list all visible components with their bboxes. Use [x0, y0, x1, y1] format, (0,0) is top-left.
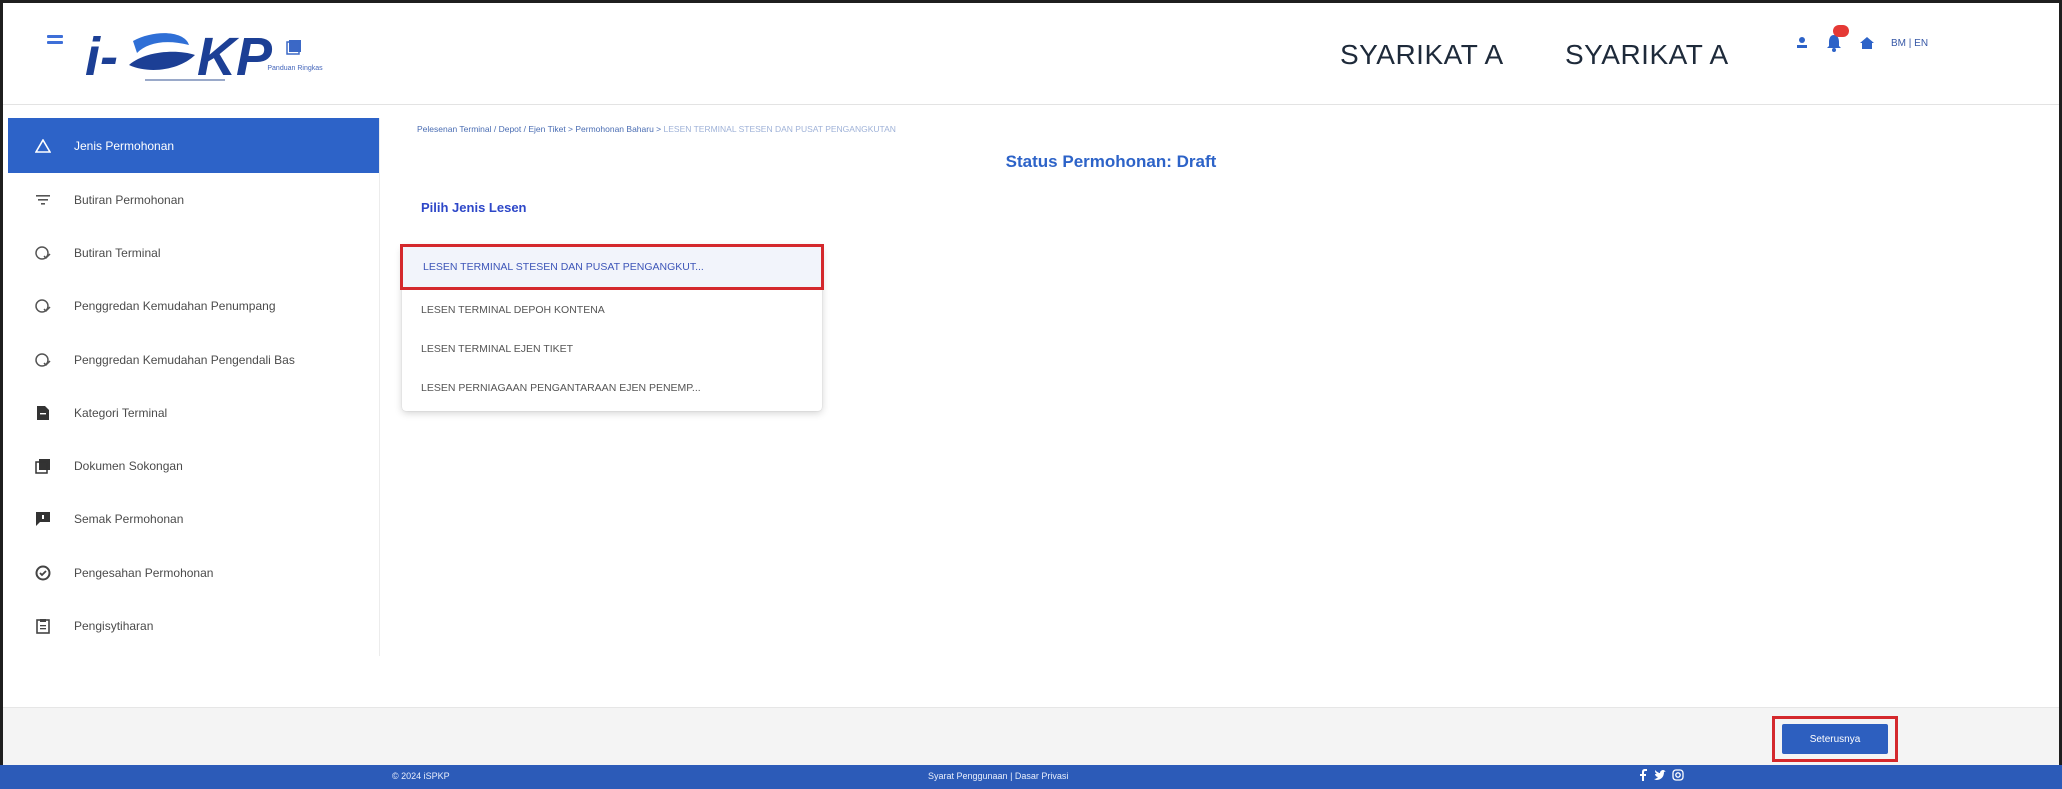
- page-footer: © 2024 iSPKP Syarat Penggunaan | Dasar P…: [0, 765, 2062, 789]
- action-bar: [3, 707, 2059, 765]
- company-name-primary: SYARIKAT A: [1340, 39, 1504, 70]
- sidebar-item-penggredan-pengendali-bas[interactable]: Penggredan Kemudahan Pengendali Bas: [8, 333, 379, 386]
- sidebar-item-label: Butiran Terminal: [74, 245, 161, 260]
- header-actions: BM | EN: [1795, 25, 1928, 53]
- breadcrumb: Pelesenan Terminal / Depot / Ejen Tiket …: [417, 124, 896, 134]
- check-circle-icon: [34, 244, 52, 262]
- dropdown-option-perniagaan-ejen[interactable]: LESEN PERNIAGAAN PENGANTARAAN EJEN PENEM…: [402, 368, 822, 407]
- footer-links[interactable]: Syarat Penggunaan | Dasar Privasi: [928, 771, 1068, 781]
- top-header: i- KP Panduan Ringkas SYARIKAT A SYARIKA…: [3, 3, 2059, 105]
- sidebar-item-butiran-permohonan[interactable]: Butiran Permohonan: [8, 173, 379, 226]
- next-button[interactable]: Seterusnya: [1782, 724, 1888, 754]
- notification-bell-icon[interactable]: [1825, 25, 1849, 53]
- stacked-documents-icon: [34, 457, 52, 475]
- sidebar-item-label: Jenis Permohonan: [74, 138, 175, 153]
- book-icon: [286, 40, 301, 55]
- sidebar-item-pengesahan-permohonan[interactable]: Pengesahan Permohonan: [8, 546, 379, 599]
- svg-text:KP: KP: [197, 27, 273, 85]
- check-circle-icon: [34, 297, 52, 315]
- dropdown-option-terminal-stesen[interactable]: LESEN TERMINAL STESEN DAN PUSAT PENGANGK…: [400, 244, 824, 290]
- notification-badge: [1833, 25, 1849, 37]
- sidebar-item-label: Penggredan Kemudahan Penumpang: [74, 299, 276, 314]
- breadcrumb-current: LESEN TERMINAL STESEN DAN PUSAT PENGANGK…: [663, 124, 896, 134]
- social-links: [1640, 769, 1684, 781]
- facebook-icon[interactable]: [1640, 769, 1648, 781]
- sidebar-item-label: Semak Permohonan: [74, 512, 184, 527]
- sidebar-item-dokumen-sokongan[interactable]: Dokumen Sokongan: [8, 439, 379, 492]
- dropdown-option-depoh-kontena[interactable]: LESEN TERMINAL DEPOH KONTENA: [402, 290, 822, 329]
- sidebar-nav: Jenis Permohonan Butiran Permohonan Buti…: [8, 118, 380, 656]
- document-icon: [34, 404, 52, 422]
- sidebar-item-label: Dokumen Sokongan: [74, 459, 183, 474]
- quick-guide-link[interactable]: Panduan Ringkas: [265, 39, 325, 75]
- menu-hamburger-icon[interactable]: [47, 35, 63, 47]
- twitter-icon[interactable]: [1654, 769, 1666, 781]
- sidebar-item-kategori-terminal[interactable]: Kategori Terminal: [8, 386, 379, 439]
- license-type-dropdown: LESEN TERMINAL STESEN DAN PUSAT PENGANGK…: [400, 244, 824, 411]
- breadcrumb-path[interactable]: Pelesenan Terminal / Depot / Ejen Tiket …: [417, 124, 664, 134]
- home-icon[interactable]: [1859, 36, 1875, 50]
- svg-text:i-: i-: [85, 27, 118, 85]
- license-type-label: Pilih Jenis Lesen: [421, 200, 527, 215]
- sidebar-item-label: Penggredan Kemudahan Pengendali Bas: [74, 352, 295, 367]
- clipboard-icon: [34, 617, 52, 635]
- check-circle-icon: [34, 351, 52, 369]
- sidebar-item-semak-permohonan[interactable]: Semak Permohonan: [8, 493, 379, 546]
- company-name-secondary: SYARIKAT A: [1565, 39, 1729, 70]
- instagram-icon[interactable]: [1672, 769, 1684, 781]
- page-title: Status Permohonan: Draft: [1005, 152, 1217, 171]
- user-icon[interactable]: [1795, 36, 1809, 50]
- sidebar-item-butiran-terminal[interactable]: Butiran Terminal: [8, 226, 379, 279]
- next-button-highlight: Seterusnya: [1772, 716, 1898, 762]
- sidebar-item-pengisytiharan[interactable]: Pengisytiharan: [8, 599, 379, 652]
- sidebar-item-penggredan-penumpang[interactable]: Penggredan Kemudahan Penumpang: [8, 280, 379, 333]
- language-switcher[interactable]: BM | EN: [1891, 38, 1928, 49]
- sidebar-item-label: Pengesahan Permohonan: [74, 565, 214, 580]
- filter-icon: [34, 191, 52, 209]
- dropdown-option-ejen-tiket[interactable]: LESEN TERMINAL EJEN TIKET: [402, 329, 822, 368]
- sidebar-item-label: Butiran Permohonan: [74, 192, 185, 207]
- sidebar-item-label: Kategori Terminal: [74, 405, 168, 420]
- quick-guide-label: Panduan Ringkas: [267, 65, 323, 72]
- comment-icon: [34, 510, 52, 528]
- footer-copyright: © 2024 iSPKP: [392, 771, 450, 781]
- sidebar-item-label: Pengisytiharan: [74, 619, 154, 634]
- verified-icon: [34, 564, 52, 582]
